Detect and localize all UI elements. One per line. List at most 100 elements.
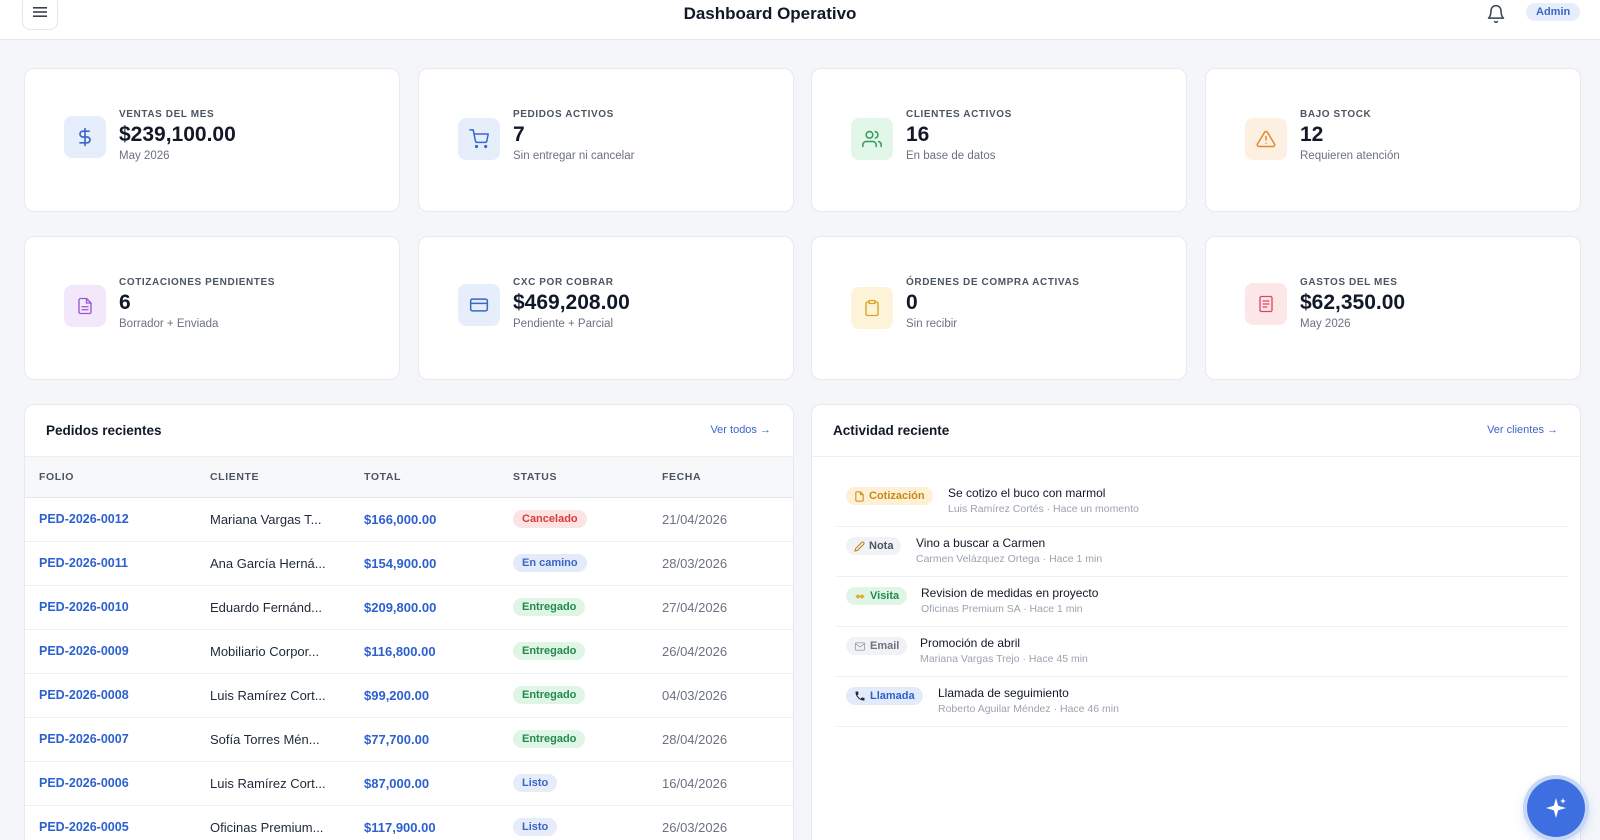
order-folio-link[interactable]: PED-2026-0009 <box>25 629 210 674</box>
status-badge: Entregado <box>513 686 586 704</box>
order-date: 26/04/2026 <box>662 629 793 674</box>
status-badge: Listo <box>513 818 558 836</box>
table-header-row: FOLIO CLIENTE TOTAL STATUS FECHA <box>25 457 793 498</box>
order-total: $116,800.00 <box>364 629 513 674</box>
table-row[interactable]: PED-2026-0010 Eduardo Fernánd... $209,80… <box>25 585 793 630</box>
stat-value: 16 <box>906 123 930 146</box>
table-row[interactable]: PED-2026-0005 Oficinas Premium... $117,9… <box>25 805 793 840</box>
order-client: Mobiliario Corpor... <box>210 644 320 660</box>
phone-icon <box>855 691 865 701</box>
order-date: 04/03/2026 <box>662 673 793 718</box>
order-client: Eduardo Fernánd... <box>210 600 323 616</box>
activity-item[interactable]: Cotización Se cotizo el buco con marmol … <box>836 477 1568 527</box>
table-row[interactable]: PED-2026-0009 Mobiliario Corpor... $116,… <box>25 629 793 674</box>
stat-card-gastos[interactable]: GASTOS DEL MES $62,350.00 May 2026 <box>1205 236 1581 380</box>
table-row[interactable]: PED-2026-0006 Luis Ramírez Cort... $87,0… <box>25 761 793 806</box>
stat-label: ÓRDENES DE COMPRA ACTIVAS <box>906 277 1080 288</box>
activity-meta: Mariana Vargas Trejo · Hace 45 min <box>920 653 1088 665</box>
view-clients-link[interactable]: Ver clientes → <box>1487 424 1558 436</box>
stat-card-cotizaciones[interactable]: COTIZACIONES PENDIENTES 6 Borrador + Env… <box>24 236 400 380</box>
order-folio-link[interactable]: PED-2026-0006 <box>25 761 210 806</box>
column-header-total[interactable]: TOTAL <box>364 457 513 498</box>
table-row[interactable]: PED-2026-0007 Sofía Torres Mén... $77,70… <box>25 717 793 762</box>
stat-subtitle: May 2026 <box>119 150 170 162</box>
page-title: Dashboard Operativo <box>683 4 857 23</box>
activity-type-label: Nota <box>869 540 894 552</box>
order-date: 26/03/2026 <box>662 805 793 840</box>
column-header-status[interactable]: STATUS <box>513 457 662 498</box>
panel-title: Actividad reciente <box>833 423 950 438</box>
stat-subtitle: May 2026 <box>1300 318 1351 330</box>
activity-title: Llamada de seguimiento <box>938 686 1069 700</box>
table-row[interactable]: PED-2026-0011 Ana García Herná... $154,9… <box>25 541 793 586</box>
order-folio-link[interactable]: PED-2026-0007 <box>25 717 210 762</box>
activity-type-label: Llamada <box>870 690 915 702</box>
order-date: 28/03/2026 <box>662 541 793 586</box>
credit-card-icon <box>458 284 500 326</box>
activity-item[interactable]: Llamada Llamada de seguimiento Roberto A… <box>836 677 1568 727</box>
stat-subtitle: Sin entregar ni cancelar <box>513 150 635 162</box>
order-folio-link[interactable]: PED-2026-0012 <box>25 497 210 542</box>
stat-card-clientes[interactable]: CLIENTES ACTIVOS 16 En base de datos <box>811 68 1187 212</box>
recent-orders-panel: Pedidos recientes Ver todos → FOLIO CLIE… <box>24 404 794 840</box>
order-total: $99,200.00 <box>364 673 513 718</box>
order-folio-link[interactable]: PED-2026-0008 <box>25 673 210 718</box>
stat-label: CLIENTES ACTIVOS <box>906 109 1012 120</box>
sparkle-icon <box>1546 798 1566 818</box>
activity-meta: Roberto Aguilar Méndez · Hace 46 min <box>938 703 1119 715</box>
activity-meta: Luis Ramírez Cortés · Hace un momento <box>948 503 1139 515</box>
document-icon <box>855 490 864 502</box>
stat-value: 7 <box>513 123 525 146</box>
stat-card-ordenes-compra[interactable]: ÓRDENES DE COMPRA ACTIVAS 0 Sin recibir <box>811 236 1187 380</box>
activity-item[interactable]: Nota Vino a buscar a Carmen Carmen Veláz… <box>836 527 1568 577</box>
activity-meta: Oficinas Premium SA · Hace 1 min <box>921 603 1083 615</box>
activity-type-label: Email <box>870 640 900 652</box>
stat-subtitle: Borrador + Enviada <box>119 318 219 330</box>
stat-card-cxc[interactable]: CXC POR COBRAR $469,208.00 Pendiente + P… <box>418 236 794 380</box>
panel-title: Pedidos recientes <box>46 423 162 438</box>
activity-title: Revision de medidas en proyecto <box>921 586 1099 600</box>
column-header-cliente[interactable]: CLIENTE <box>210 457 364 498</box>
order-folio-link[interactable]: PED-2026-0010 <box>25 585 210 630</box>
order-folio-link[interactable]: PED-2026-0011 <box>25 541 210 586</box>
activity-list: Cotización Se cotizo el buco con marmol … <box>836 477 1568 727</box>
activity-type-label: Cotización <box>869 490 925 502</box>
clipboard-icon <box>851 287 893 329</box>
activity-title: Promoción de abril <box>920 636 1021 650</box>
order-date: 16/04/2026 <box>662 761 793 806</box>
order-date: 21/04/2026 <box>662 497 793 542</box>
assistant-fab-button[interactable] <box>1527 779 1585 837</box>
order-date: 27/04/2026 <box>662 585 793 630</box>
activity-type-badge: Cotización <box>846 487 933 505</box>
stat-card-bajo-stock[interactable]: BAJO STOCK 12 Requieren atención <box>1205 68 1581 212</box>
stat-subtitle: Sin recibir <box>906 318 958 330</box>
stat-subtitle: Requieren atención <box>1300 150 1400 162</box>
view-all-orders-link[interactable]: Ver todos → <box>710 424 771 436</box>
status-badge: Entregado <box>513 598 586 616</box>
warning-icon <box>1245 118 1287 160</box>
column-header-folio[interactable]: FOLIO <box>25 457 210 498</box>
order-folio-link[interactable]: PED-2026-0005 <box>25 805 210 840</box>
order-client: Oficinas Premium... <box>210 820 324 836</box>
order-total: $77,700.00 <box>364 717 513 762</box>
status-badge: Listo <box>513 774 558 792</box>
activity-type-badge: Visita <box>846 587 908 605</box>
activity-item[interactable]: Email Promoción de abril Mariana Vargas … <box>836 627 1568 677</box>
order-client: Mariana Vargas T... <box>210 512 322 528</box>
activity-type-badge: Email <box>846 637 908 655</box>
stat-card-ventas[interactable]: VENTAS DEL MES $239,100.00 May 2026 <box>24 68 400 212</box>
status-badge: Entregado <box>513 642 586 660</box>
activity-type-badge: Llamada <box>846 687 923 705</box>
receipt-icon <box>1245 283 1287 325</box>
column-header-fecha[interactable]: FECHA <box>662 457 793 498</box>
stat-value: 6 <box>119 291 131 314</box>
stat-value: $469,208.00 <box>513 291 630 314</box>
table-row[interactable]: PED-2026-0012 Mariana Vargas T... $166,0… <box>25 497 793 542</box>
notifications-button[interactable] <box>1484 2 1508 26</box>
user-badge[interactable]: Admin <box>1526 3 1581 21</box>
table-row[interactable]: PED-2026-0008 Luis Ramírez Cort... $99,2… <box>25 673 793 718</box>
document-icon <box>64 285 106 327</box>
activity-item[interactable]: Visita Revision de medidas en proyecto O… <box>836 577 1568 627</box>
panel-header: Pedidos recientes Ver todos → <box>25 405 793 457</box>
stat-card-pedidos[interactable]: PEDIDOS ACTIVOS 7 Sin entregar ni cancel… <box>418 68 794 212</box>
